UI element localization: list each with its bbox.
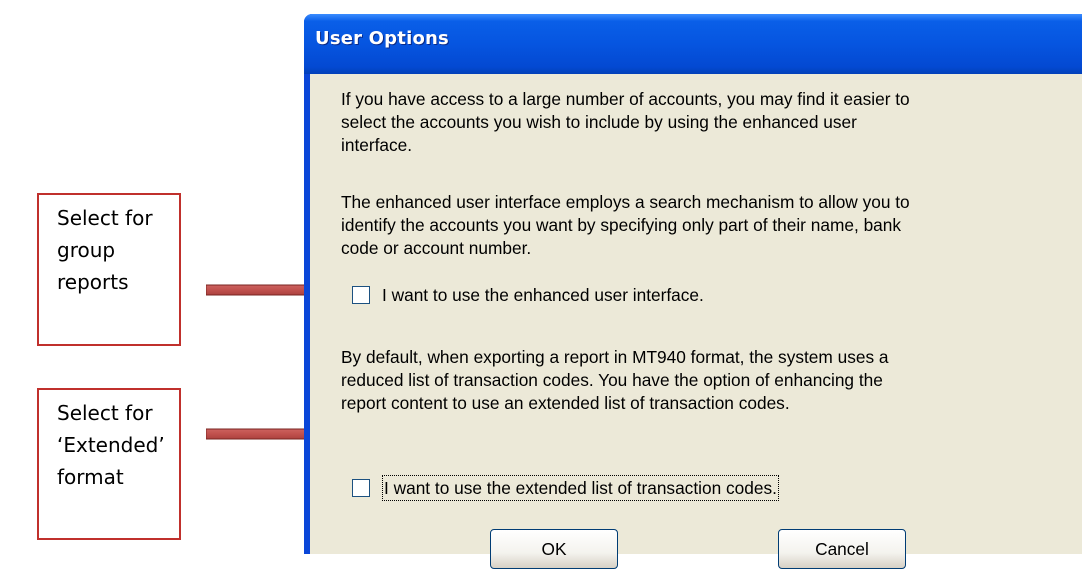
enhanced-interface-description: The enhanced user interface employs a se… xyxy=(341,192,910,258)
extended-codes-checkbox[interactable] xyxy=(352,479,370,497)
callout-line: reports xyxy=(57,270,129,294)
callout-line: format xyxy=(57,465,124,489)
callout-line: Select for xyxy=(57,401,153,425)
mt940-description: By default, when exporting a report in M… xyxy=(341,347,889,413)
callout-line: ‘Extended’ xyxy=(57,433,165,457)
user-options-dialog: User Options If you have access to a lar… xyxy=(304,14,1082,569)
dialog-title: User Options xyxy=(315,28,449,49)
ok-button[interactable]: OK xyxy=(490,529,618,569)
intro-text: If you have access to a large number of … xyxy=(341,89,910,155)
dialog-titlebar[interactable]: User Options xyxy=(304,14,1082,74)
extended-codes-label[interactable]: I want to use the extended list of trans… xyxy=(382,475,779,501)
enhanced-interface-label[interactable]: I want to use the enhanced user interfac… xyxy=(382,284,704,306)
callout-extended-format: Select for ‘Extended’ format xyxy=(37,388,181,540)
cancel-button[interactable]: Cancel xyxy=(778,529,906,569)
callout-group-reports: Select for group reports xyxy=(37,193,181,346)
enhanced-interface-checkbox[interactable] xyxy=(352,286,370,304)
callout-line: Select for xyxy=(57,206,153,230)
dialog-body: If you have access to a large number of … xyxy=(310,74,1082,569)
callout-line: group xyxy=(57,238,116,262)
